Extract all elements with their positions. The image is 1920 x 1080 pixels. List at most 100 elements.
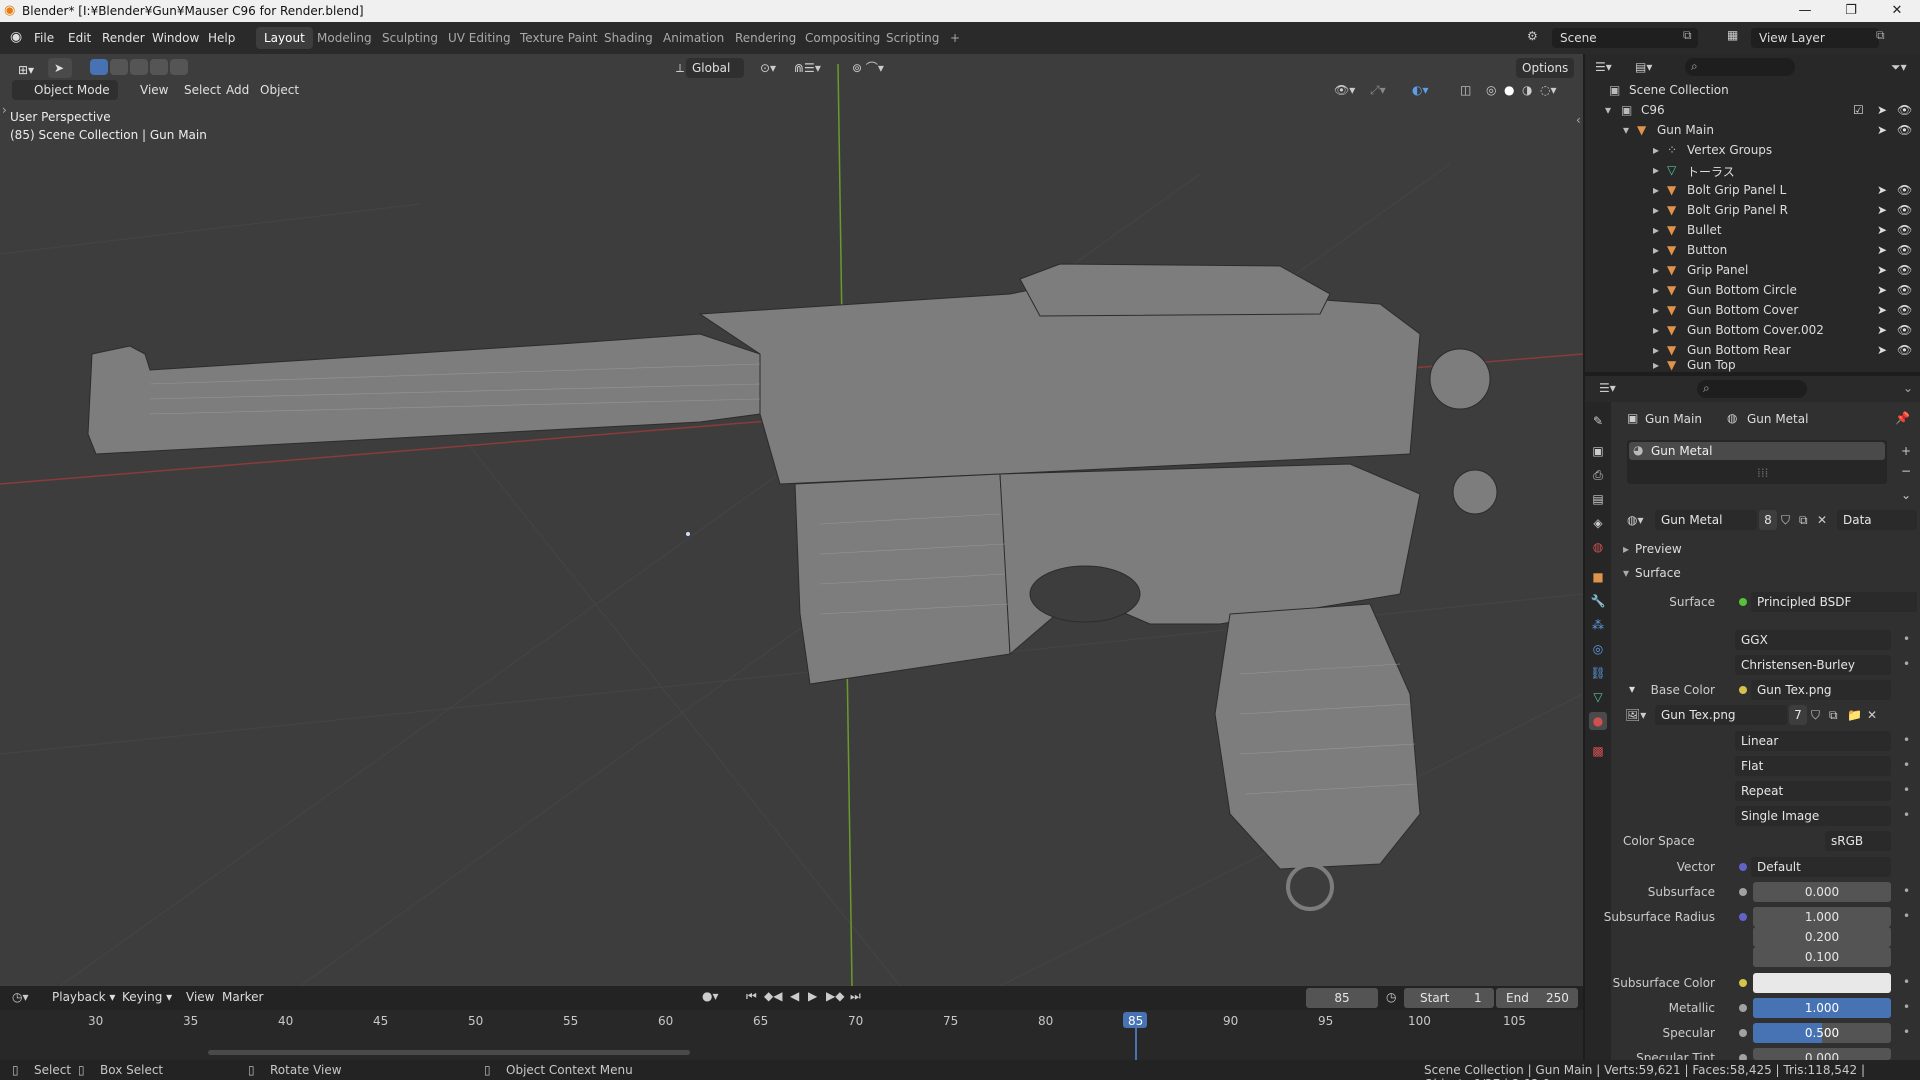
eye-icon[interactable]: 👁: [1897, 343, 1912, 357]
eye-icon[interactable]: 👁: [1897, 103, 1912, 117]
subsurface-radius-z-field[interactable]: 0.100: [1753, 947, 1891, 967]
constraints-tab-icon[interactable]: ⛓: [1589, 664, 1607, 682]
select-arrow-icon[interactable]: ➤: [1877, 343, 1887, 357]
outliner-row-vertex-groups[interactable]: ▸ ⁘ Vertex Groups: [1585, 140, 1920, 160]
resize-handle-icon[interactable]: ⁞⁞⁞: [1757, 466, 1768, 480]
fake-user-icon[interactable]: ⛉: [1781, 513, 1790, 528]
new-scene-icon[interactable]: ⧉: [1683, 28, 1692, 43]
subsurface-radius-x-field[interactable]: 1.000: [1753, 907, 1891, 927]
select-arrow-icon[interactable]: ➤: [1877, 203, 1887, 217]
extension-dropdown[interactable]: Repeat: [1735, 781, 1891, 801]
eye-icon[interactable]: 👁: [1897, 203, 1912, 217]
projection-dropdown[interactable]: Flat: [1735, 756, 1891, 776]
tool-tab-icon[interactable]: ✎: [1589, 412, 1607, 430]
link-dropdown[interactable]: Data: [1837, 510, 1917, 530]
select-arrow-icon[interactable]: ➤: [1877, 303, 1887, 317]
remove-slot-icon[interactable]: −: [1901, 464, 1911, 478]
minimize-button[interactable]: —: [1782, 0, 1828, 22]
surface-panel-header[interactable]: Surface: [1635, 566, 1681, 580]
subsurface-color-swatch[interactable]: [1753, 973, 1891, 993]
select-arrow-icon[interactable]: ➤: [1877, 123, 1887, 137]
view-layer-selector[interactable]: View Layer: [1751, 28, 1879, 48]
timeline-editor-icon[interactable]: ◷▾: [12, 990, 29, 1004]
particles-tab-icon[interactable]: ⁂: [1589, 616, 1607, 634]
eye-icon[interactable]: 👁: [1897, 123, 1912, 137]
blender-menu-icon[interactable]: ◉: [10, 29, 22, 45]
record-icon[interactable]: ●▾: [702, 989, 719, 1003]
interpolation-dropdown[interactable]: Linear: [1735, 731, 1891, 751]
menu-render[interactable]: Render: [96, 28, 151, 48]
jump-end-icon[interactable]: ⏭: [850, 989, 861, 1004]
3d-viewport[interactable]: ⊞▾ ➤ ⟂ Global ⊙▾ ⋒☰▾ ⊚ ⌒▾ Options Object…: [0, 54, 1583, 986]
modifier-tab-icon[interactable]: 🔧: [1589, 592, 1607, 610]
close-button[interactable]: ✕: [1874, 0, 1920, 22]
properties-search-input[interactable]: ⌕: [1697, 380, 1807, 398]
properties-editor-icon[interactable]: ☰▾: [1599, 381, 1616, 395]
eye-icon[interactable]: 👁: [1897, 263, 1912, 277]
current-frame-field[interactable]: 85: [1306, 988, 1378, 1008]
marker-menu[interactable]: Marker: [216, 990, 269, 1004]
specular-slider[interactable]: 0.500: [1753, 1023, 1891, 1043]
collapsed-arrow-icon[interactable]: ▸: [1623, 542, 1629, 556]
select-arrow-icon[interactable]: ➤: [1877, 183, 1887, 197]
scene-selector[interactable]: Scene: [1552, 28, 1698, 48]
list-item[interactable]: ▸ ▼ Gun Top: [1585, 360, 1920, 372]
add-slot-icon[interactable]: +: [1901, 444, 1911, 458]
list-item[interactable]: ▸ ▼ Gun Bottom Cover ➤ 👁: [1585, 300, 1920, 320]
checkbox-icon[interactable]: ☑: [1853, 103, 1864, 117]
display-mode-icon[interactable]: ▤▾: [1635, 60, 1652, 74]
menu-file[interactable]: File: [28, 28, 60, 48]
list-item[interactable]: ▸ ▼ Bullet ➤ 👁: [1585, 220, 1920, 240]
unlink-material-icon[interactable]: ✕: [1817, 513, 1827, 527]
distribution-dropdown[interactable]: GGX: [1735, 630, 1891, 650]
texture-tab-icon[interactable]: ▩: [1589, 742, 1607, 760]
list-item[interactable]: ▸ ▼ Bolt Grip Panel R ➤ 👁: [1585, 200, 1920, 220]
browse-material-icon[interactable]: ◍▾: [1627, 513, 1644, 527]
world-tab-icon[interactable]: ◍: [1589, 538, 1607, 556]
outliner-row-c96[interactable]: ▾ ▣ C96 ☑ ➤ 👁: [1585, 100, 1920, 120]
select-arrow-icon[interactable]: ➤: [1877, 243, 1887, 257]
subsurface-field[interactable]: 0.000: [1753, 882, 1891, 902]
play-icon[interactable]: ▶: [808, 989, 817, 1003]
data-tab-icon[interactable]: ▽: [1589, 688, 1607, 706]
list-item[interactable]: ▸ ▼ Grip Panel ➤ 👁: [1585, 260, 1920, 280]
output-tab-icon[interactable]: ⎙: [1589, 466, 1607, 484]
vector-field[interactable]: Default: [1751, 857, 1891, 877]
end-frame-field[interactable]: End 250: [1496, 988, 1578, 1008]
clock-icon[interactable]: ◷: [1386, 990, 1396, 1004]
filter-icon[interactable]: ⏷▾: [1891, 60, 1907, 75]
eye-icon[interactable]: 👁: [1897, 223, 1912, 237]
list-item[interactable]: ▸ ▼ Gun Bottom Cover.002 ➤ 👁: [1585, 320, 1920, 340]
select-arrow-icon[interactable]: ➤: [1877, 103, 1887, 117]
menu-edit[interactable]: Edit: [62, 28, 97, 48]
fake-user-icon[interactable]: ⛉: [1811, 708, 1820, 723]
outliner-row-torus[interactable]: ▸ ▽ トーラス: [1585, 160, 1920, 180]
surface-shader-field[interactable]: Principled BSDF: [1751, 592, 1917, 612]
tab-layout[interactable]: Layout: [256, 27, 313, 49]
color-space-dropdown[interactable]: sRGB: [1825, 831, 1891, 851]
select-arrow-icon[interactable]: ➤: [1877, 323, 1887, 337]
tab-animation[interactable]: Animation: [655, 27, 732, 49]
eye-icon[interactable]: 👁: [1897, 303, 1912, 317]
physics-tab-icon[interactable]: ◎: [1589, 640, 1607, 658]
subsurface-radius-y-field[interactable]: 0.200: [1753, 927, 1891, 947]
image-browse-icon[interactable]: 🖼▾: [1625, 708, 1646, 722]
eye-icon[interactable]: 👁: [1897, 323, 1912, 337]
next-keyframe-icon[interactable]: ▶◆: [826, 989, 844, 1003]
eye-icon[interactable]: 👁: [1897, 283, 1912, 297]
add-workspace-button[interactable]: +: [942, 27, 968, 49]
unlink-image-icon[interactable]: ✕: [1867, 708, 1877, 722]
tab-shading[interactable]: Shading: [596, 27, 661, 49]
select-arrow-icon[interactable]: ➤: [1877, 263, 1887, 277]
scene-tab-icon[interactable]: ◈: [1589, 514, 1607, 532]
image-name-field[interactable]: Gun Tex.png: [1655, 705, 1787, 725]
tab-uv-editing[interactable]: UV Editing: [440, 27, 519, 49]
collapse-icon[interactable]: ⌄: [1903, 381, 1913, 395]
material-users-count[interactable]: 8: [1759, 510, 1777, 530]
tab-scripting[interactable]: Scripting: [878, 27, 947, 49]
outliner-row-scene-collection[interactable]: ▣ Scene Collection: [1585, 80, 1920, 100]
material-tab-icon[interactable]: ●: [1589, 712, 1607, 730]
expanded-arrow-icon[interactable]: ▾: [1623, 566, 1629, 580]
material-slot-row[interactable]: ◕ Gun Metal: [1629, 442, 1885, 460]
subsurface-method-dropdown[interactable]: Christensen-Burley: [1735, 655, 1891, 675]
